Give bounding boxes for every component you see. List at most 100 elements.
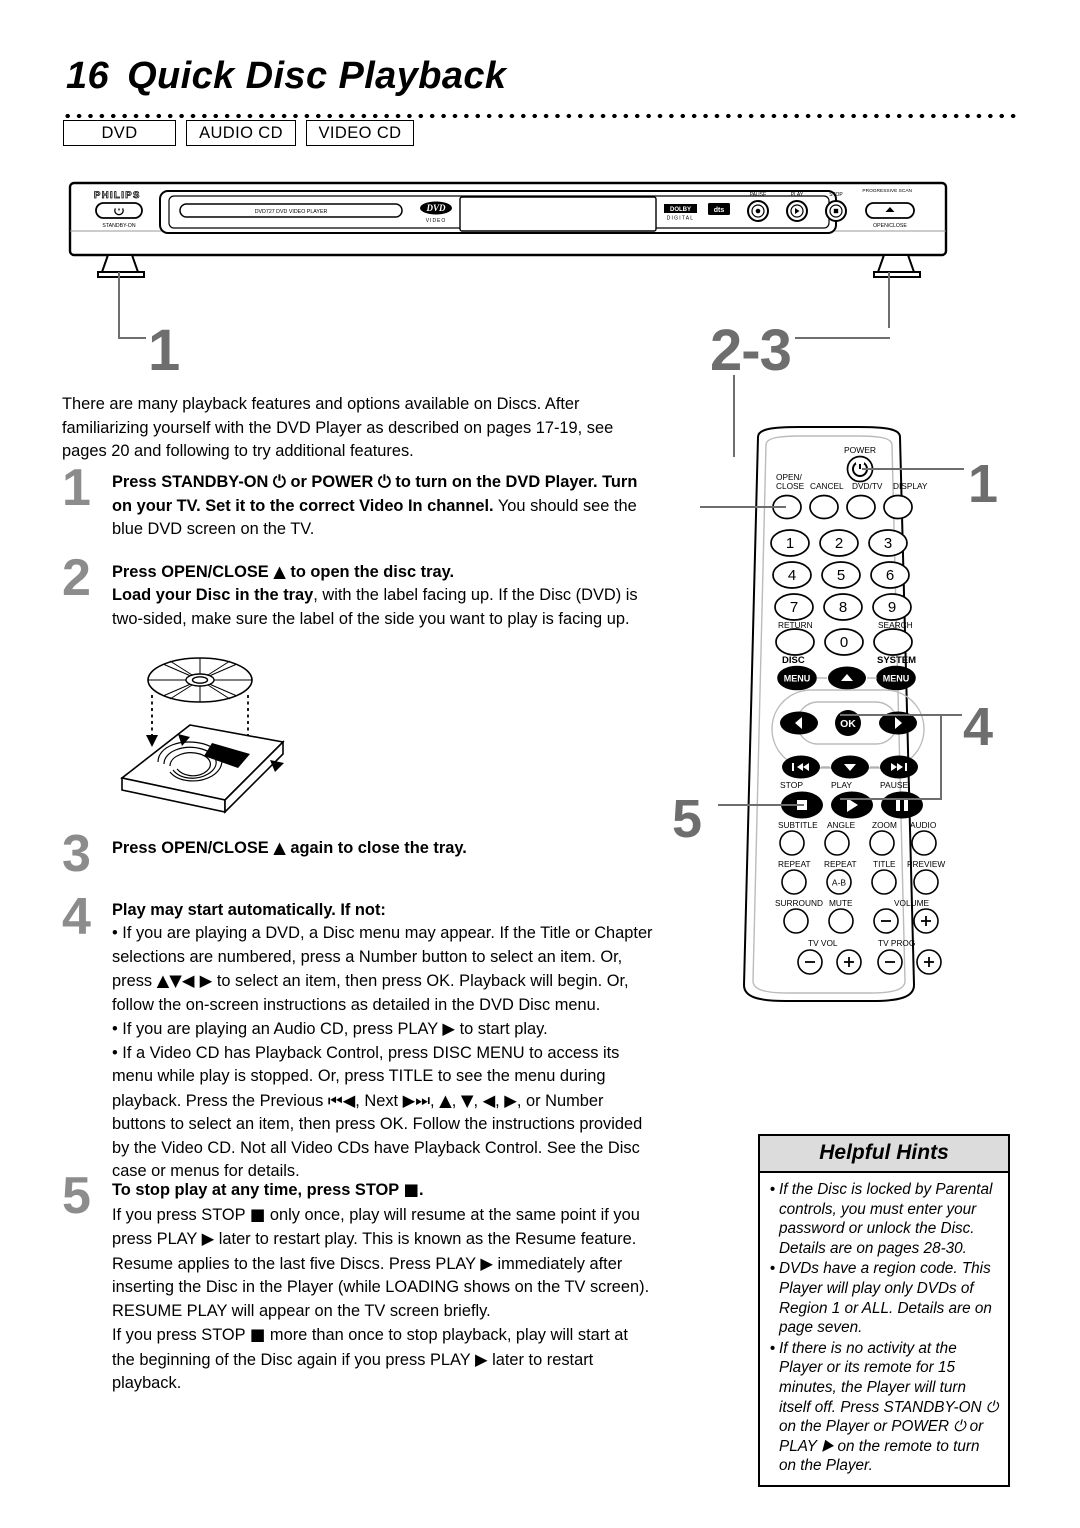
step-1: 1 Press STANDBY-ON ⏻ or POWER ⏻ to turn …	[62, 462, 654, 542]
media-tag-video-cd: VIDEO CD	[306, 120, 414, 146]
svg-text:AUDIO: AUDIO	[910, 820, 937, 830]
svg-text:3: 3	[884, 535, 892, 552]
leader-line-left-horizontal	[118, 337, 146, 339]
svg-text:6: 6	[886, 567, 894, 584]
dvd-player-illustration: PHILIPS STANDBY-ON DVD727 DVD VIDEO PLAY…	[68, 180, 948, 280]
hint-text: If the Disc is locked by Parental contro…	[779, 1181, 993, 1257]
svg-text:7: 7	[790, 599, 798, 616]
svg-text:CLOSE: CLOSE	[776, 481, 805, 491]
step-number: 4	[62, 887, 91, 946]
helpful-hints-list: • If the Disc is locked by Parental cont…	[760, 1173, 1008, 1485]
tray-model-label: DVD727 DVD VIDEO PLAYER	[255, 209, 328, 215]
svg-text:8: 8	[839, 599, 847, 616]
svg-text:SURROUND: SURROUND	[775, 898, 823, 908]
step-text: Play may start automatically. If not: • I…	[112, 900, 653, 1181]
svg-text:SYSTEM: SYSTEM	[877, 655, 916, 666]
steps-group-1: 1 Press STANDBY-ON ⏻ or POWER ⏻ to turn …	[62, 462, 654, 632]
callout-remote-power: 1	[968, 454, 999, 514]
page-number: 16	[66, 55, 110, 97]
step-number: 5	[62, 1167, 91, 1225]
step-text: Press OPEN/CLOSE ▲ again to close the tr…	[112, 838, 467, 857]
svg-text:1: 1	[786, 535, 794, 552]
step-number: 1	[62, 459, 91, 517]
callout-remote-stop: 5	[672, 789, 703, 849]
svg-text:9: 9	[888, 599, 896, 616]
step-text: Press OPEN/CLOSE ▲ to open the disc tray…	[112, 561, 638, 628]
svg-text:PLAY: PLAY	[791, 192, 804, 198]
callout-remote-nav: 4	[963, 697, 994, 757]
step-2: 2 Press OPEN/CLOSE ▲ to open the disc tr…	[62, 552, 654, 632]
svg-text:ANGLE: ANGLE	[827, 820, 856, 830]
svg-text:ZOOM: ZOOM	[872, 820, 897, 830]
svg-text:REPEAT: REPEAT	[824, 859, 857, 869]
bullet-icon: •	[769, 1339, 776, 1357]
svg-text:DVD: DVD	[425, 203, 446, 213]
svg-text:STOP: STOP	[829, 192, 843, 198]
step-text: Press STANDBY-ON ⏻ or POWER ⏻ to turn on…	[112, 472, 638, 538]
page-title: 16 Quick Disc Playback	[66, 55, 506, 98]
svg-text:PAUSE: PAUSE	[880, 780, 909, 790]
step-number: 3	[62, 825, 91, 883]
page-title-text: Quick Disc Playback	[127, 55, 507, 97]
header-divider	[62, 113, 1018, 119]
remote-control-illustration: POWER OPEN/ CLOSE CANCEL DVD/TV DISPLAY …	[700, 425, 970, 1015]
svg-text:DOLBY: DOLBY	[670, 207, 691, 213]
step-number: 2	[62, 548, 91, 607]
media-tag-audio-cd: AUDIO CD	[186, 120, 296, 146]
svg-text:REPEAT: REPEAT	[778, 859, 811, 869]
svg-text:0: 0	[840, 634, 848, 651]
svg-text:PROGRESSIVE SCAN: PROGRESSIVE SCAN	[862, 188, 912, 194]
disc-loading-illustration	[100, 650, 390, 830]
svg-text:DIGITAL: DIGITAL	[667, 216, 694, 222]
svg-text:STANDBY-ON: STANDBY-ON	[102, 223, 135, 229]
svg-text:dts: dts	[714, 207, 725, 214]
svg-text:MENU: MENU	[784, 673, 811, 683]
svg-text:SUBTITLE: SUBTITLE	[778, 820, 818, 830]
steps-group-3: 5 To stop play at any time, press STOP ■…	[62, 1170, 654, 1396]
leader-line-stop	[718, 804, 804, 806]
leader-line-nav-bottom	[840, 798, 942, 800]
svg-text:TV VOL: TV VOL	[808, 938, 838, 948]
svg-text:PREVIEW: PREVIEW	[907, 859, 945, 869]
leader-line-openclose	[700, 506, 786, 508]
step-3: 3 Press OPEN/CLOSE ▲ again to close the …	[62, 828, 654, 880]
svg-text:OK: OK	[840, 718, 856, 730]
svg-text:PHILIPS: PHILIPS	[94, 190, 141, 201]
svg-text:CANCEL: CANCEL	[810, 481, 844, 491]
svg-text:5: 5	[837, 567, 845, 584]
leader-line-power	[862, 468, 964, 470]
svg-text:STOP: STOP	[780, 780, 803, 790]
hint-item: • If there is no activity at the Player …	[766, 1339, 1000, 1476]
leader-line-right-vertical	[888, 272, 890, 328]
callout-player-left: 1	[148, 318, 181, 383]
hint-text: DVDs have a region code. This Player wil…	[779, 1260, 992, 1337]
media-type-tags: DVD AUDIO CD VIDEO CD	[63, 120, 414, 146]
leader-line-nav-top	[840, 714, 962, 716]
hint-item: • DVDs have a region code. This Player w…	[766, 1259, 1000, 1337]
svg-text:DVD/TV: DVD/TV	[852, 481, 883, 491]
intro-paragraph: There are many playback features and opt…	[62, 395, 614, 460]
svg-text:OPEN/CLOSE: OPEN/CLOSE	[873, 223, 907, 229]
step-text: To stop play at any time, press STOP ■. I…	[112, 1180, 650, 1392]
helpful-hints-box: Helpful Hints • If the Disc is locked by…	[758, 1134, 1010, 1487]
leader-line-nav-vertical	[940, 714, 942, 799]
helpful-hints-title: Helpful Hints	[760, 1136, 1008, 1173]
leader-line-left-vertical	[118, 272, 120, 338]
svg-text:4: 4	[788, 567, 796, 584]
hint-item: • If the Disc is locked by Parental cont…	[766, 1180, 1000, 1258]
svg-text:A-B: A-B	[832, 877, 847, 887]
svg-text:VOLUME: VOLUME	[894, 898, 930, 908]
remote-power-label: POWER	[844, 445, 876, 455]
svg-text:MUTE: MUTE	[829, 898, 853, 908]
svg-text:DISC: DISC	[782, 655, 805, 666]
media-tag-dvd: DVD	[63, 120, 176, 146]
svg-text:PAUSE: PAUSE	[750, 192, 767, 198]
svg-text:TITLE: TITLE	[873, 859, 896, 869]
svg-text:PLAY: PLAY	[831, 780, 852, 790]
callout-player-right: 2-3	[710, 318, 792, 383]
leader-line-right-horizontal	[795, 337, 890, 339]
bullet-icon: •	[769, 1260, 776, 1278]
steps-group-2: 3 Press OPEN/CLOSE ▲ again to close the …	[62, 828, 654, 1184]
svg-text:VIDEO: VIDEO	[426, 218, 447, 224]
svg-text:DISPLAY: DISPLAY	[893, 481, 928, 491]
